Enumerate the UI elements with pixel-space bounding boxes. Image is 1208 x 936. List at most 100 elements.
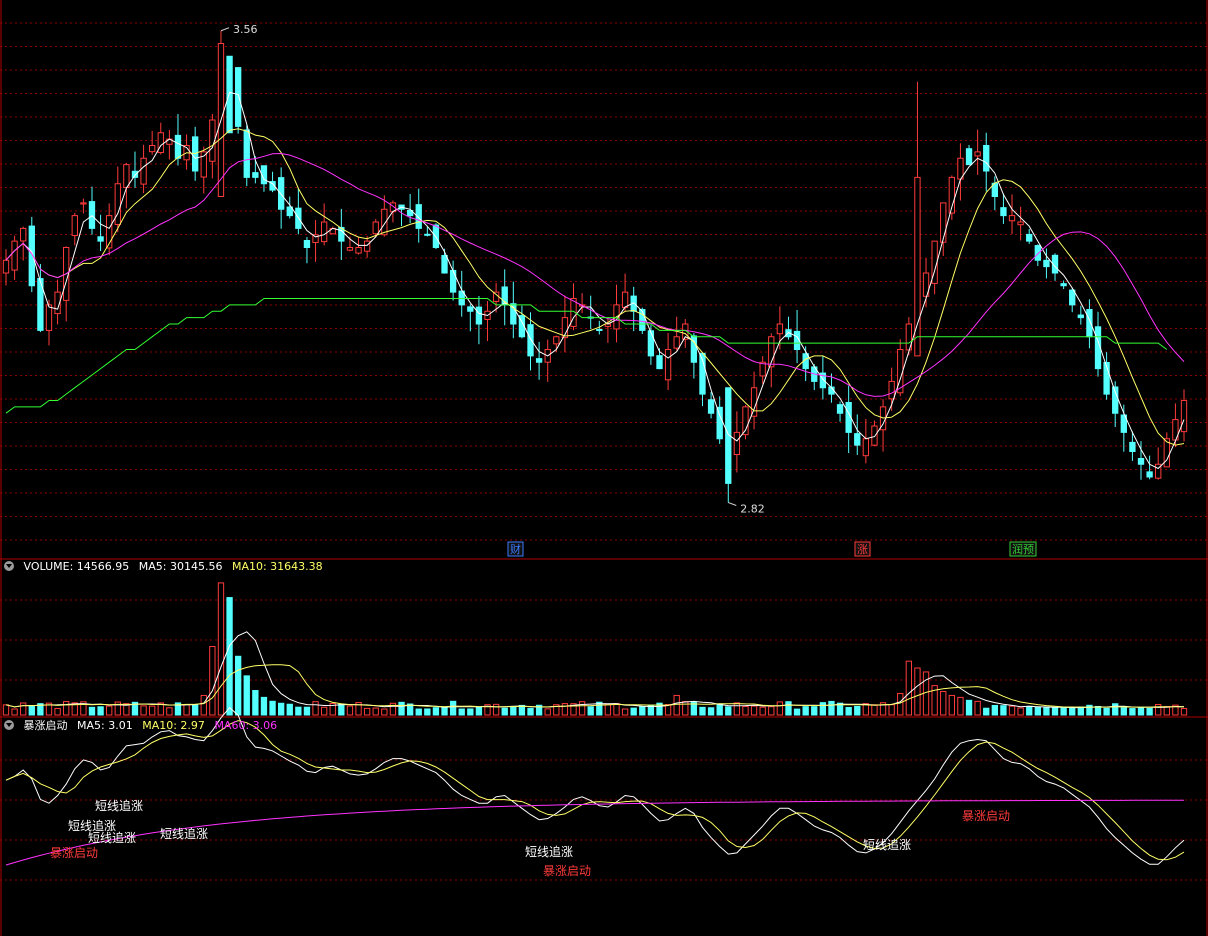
volume-bar [914, 667, 921, 716]
volume-bar [381, 708, 388, 716]
volume-bar [733, 702, 741, 716]
volume-bar [458, 708, 465, 716]
volume-bar [1060, 707, 1067, 716]
volume-bar [802, 706, 809, 716]
volume-bar [88, 706, 96, 716]
candle-body [716, 406, 723, 440]
volume-bar [983, 707, 990, 716]
volume-bar [1026, 705, 1033, 716]
candle-body [97, 236, 104, 242]
event-tag-label: 财 [510, 542, 521, 556]
volume-bar [510, 706, 517, 716]
volume-bar [209, 646, 216, 716]
volume-bar [449, 700, 457, 716]
candle-body [1060, 283, 1067, 287]
signal-label: 暴涨启动 [543, 863, 591, 878]
volume-bar [295, 706, 302, 716]
volume-bar [252, 690, 259, 716]
candle-body [871, 425, 878, 446]
volume-bar [492, 703, 500, 716]
indicator-ma60: MA60: 3.06 [214, 719, 278, 732]
candle-body [131, 170, 139, 178]
volume-bar [277, 702, 285, 716]
signal-label: 暴涨启动 [50, 845, 98, 860]
volume-bar [785, 701, 792, 716]
candle-body [527, 324, 534, 357]
volume-bar [948, 694, 956, 716]
volume-ma5: MA5: 30145.56 [138, 560, 223, 573]
candle-body [475, 306, 483, 325]
indicator-name: 暴涨启动 [23, 719, 68, 732]
candle-body [372, 221, 379, 235]
volume-bar [630, 707, 637, 716]
volume-bar [269, 700, 276, 716]
volume-bar [467, 708, 474, 716]
candle-body [750, 387, 758, 417]
candle-body [1069, 289, 1076, 306]
candle-body [149, 145, 156, 153]
candle-body [1008, 215, 1016, 222]
volume-bar [991, 704, 998, 716]
candle-body [1017, 221, 1024, 226]
candle-body [277, 177, 285, 210]
candle-body [2, 259, 10, 274]
signal-label: 短线追涨 [88, 830, 136, 845]
chart-canvas: 3.562.82财涨润预短线追涨短线追涨短线追涨暴涨启动短线追涨短线追涨暴涨启动… [0, 0, 1208, 936]
volume-bar [768, 706, 775, 716]
candle-body [673, 336, 680, 349]
candle-body [535, 358, 543, 363]
candle-body [647, 330, 655, 357]
candle-body [974, 151, 981, 157]
volume-bar [587, 706, 594, 716]
signal-label: 短线追涨 [525, 844, 573, 859]
volume-bar [226, 597, 233, 716]
volume-bar [699, 706, 706, 716]
volume-bar [707, 707, 715, 716]
candle-body [226, 55, 233, 134]
candle-body [940, 202, 947, 243]
candle-body [346, 247, 354, 251]
high-marker-arrow [220, 27, 230, 32]
volume-bar [905, 660, 913, 716]
volume-bar [888, 704, 895, 716]
volume-bar [346, 705, 354, 716]
candle-body [123, 164, 130, 189]
indicator-collapse-icon[interactable] [4, 720, 14, 730]
candle-body [836, 404, 844, 414]
volume-bar [845, 706, 852, 716]
event-tag-label: 润预 [1012, 542, 1034, 556]
candle-body [449, 269, 457, 293]
volume-bar [974, 700, 981, 716]
volume-bar [149, 705, 156, 716]
candle-body [983, 144, 990, 172]
volume-bar [1077, 706, 1084, 716]
volume-bar [1051, 707, 1059, 716]
volume-bar [613, 703, 620, 716]
candle-body [20, 227, 27, 242]
candle-body [1034, 245, 1041, 261]
volume-bar [312, 701, 319, 716]
signal-label: 暴涨启动 [962, 808, 1010, 823]
volume-ma10: MA10: 31643.38 [231, 560, 323, 573]
signal-label: 短线追涨 [160, 826, 208, 841]
volume-bar [793, 708, 801, 716]
volume-bar [54, 707, 61, 716]
volume-bar [1008, 705, 1016, 716]
volume-bar [320, 706, 328, 716]
volume-bar [776, 701, 784, 716]
candle-body [114, 183, 121, 225]
candle-body [28, 225, 35, 287]
price-ma5-line [5, 91, 1185, 470]
high-marker-label: 3.56 [233, 23, 258, 36]
volume-bar [166, 707, 173, 716]
candle-body [355, 247, 362, 254]
volume-collapse-icon[interactable] [4, 561, 14, 571]
volume-bar [501, 707, 508, 716]
candle-body [553, 336, 560, 345]
volume-bar [1000, 705, 1007, 716]
candle-body [424, 233, 431, 236]
candle-body [707, 399, 715, 414]
volume-bar [338, 703, 345, 716]
volume-bar [716, 703, 723, 716]
volume-bar [1069, 707, 1076, 716]
